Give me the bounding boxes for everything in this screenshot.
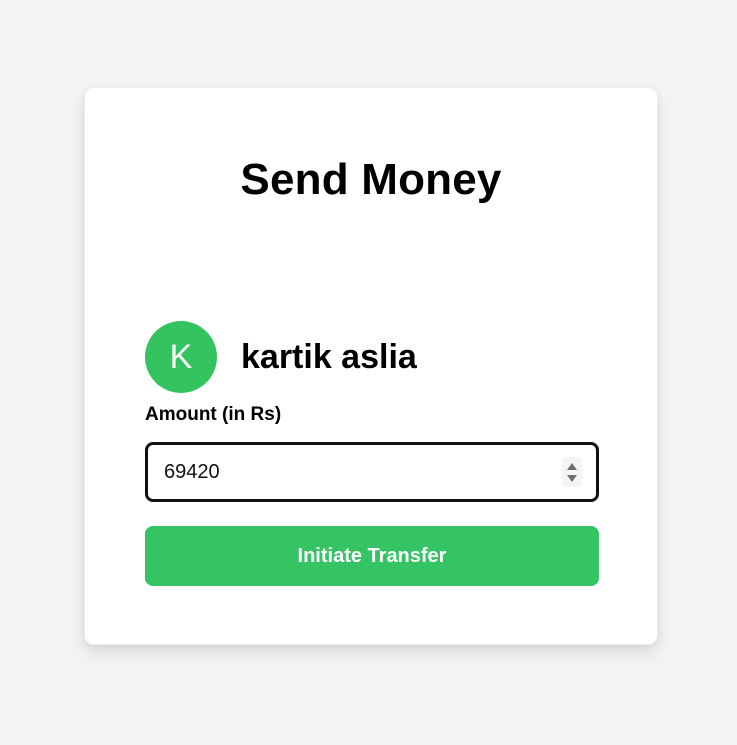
amount-input[interactable]: [148, 445, 538, 499]
initiate-transfer-button[interactable]: Initiate Transfer: [145, 526, 599, 586]
number-spinner[interactable]: [562, 457, 582, 487]
avatar: K: [145, 321, 217, 393]
amount-label: Amount (in Rs): [145, 404, 282, 425]
recipient-name: kartik aslia: [241, 338, 417, 376]
recipient-row: K kartik aslia: [145, 321, 417, 393]
amount-field-wrapper: [145, 442, 599, 502]
page-title: Send Money: [240, 155, 502, 204]
chevron-up-icon[interactable]: [567, 462, 577, 470]
avatar-initial: K: [169, 338, 193, 376]
send-money-card: Send Money K kartik aslia Amount (in Rs)…: [84, 87, 658, 645]
chevron-down-icon[interactable]: [567, 474, 577, 482]
